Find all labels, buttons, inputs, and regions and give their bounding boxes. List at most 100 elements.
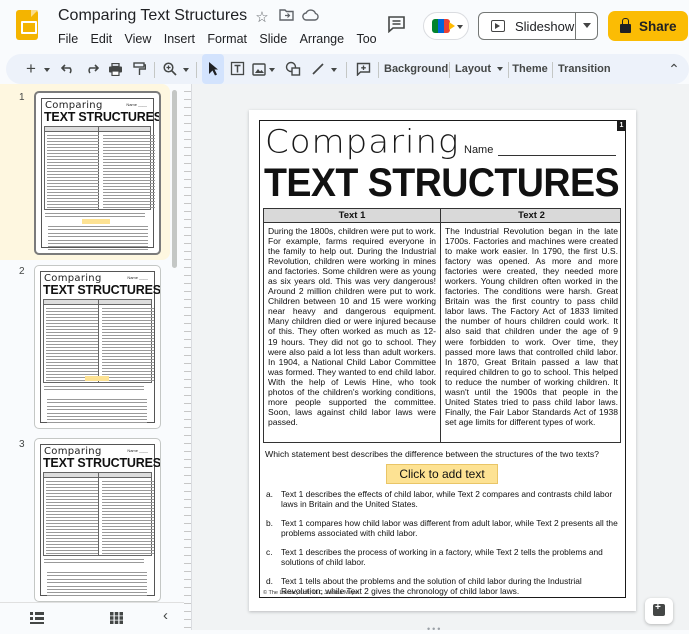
text1-header: Text 1 xyxy=(338,210,366,221)
shape-icon[interactable] xyxy=(283,54,303,84)
add-comment-icon[interactable] xyxy=(352,54,374,84)
column-divider xyxy=(440,209,442,442)
menu-view[interactable]: View xyxy=(124,32,151,46)
menu-slide[interactable]: Slide xyxy=(259,32,287,46)
text-placeholder[interactable]: Click to add text xyxy=(386,464,498,484)
collapse-filmstrip-icon[interactable]: ‹ xyxy=(163,607,168,624)
copyright-text: © The Literacy Loft, LLC Jessica Meyer xyxy=(263,590,360,596)
slide-thumbnail-2[interactable]: Comparing Name ____ TEXT STRUCTURES xyxy=(34,265,161,429)
toolbar-divider xyxy=(449,62,450,78)
text2-passage: The Industrial Revolution began in the l… xyxy=(445,226,618,427)
explore-icon xyxy=(653,602,665,616)
thumb-placeholder xyxy=(82,219,110,224)
slideshow-divider xyxy=(575,13,576,39)
thumb-heading: TEXT STRUCTURES xyxy=(43,283,161,297)
print-icon[interactable] xyxy=(106,54,124,84)
slide-thumbnail-1[interactable]: Comparing Name ____ TEXT STRUCTURES xyxy=(34,91,161,255)
transition-button[interactable]: Transition xyxy=(558,54,611,84)
worksheet-border: 1 Comparing Name TEXT STRUCTURES Text 1 … xyxy=(259,120,626,598)
name-line xyxy=(498,155,616,156)
comments-icon[interactable] xyxy=(387,15,406,38)
layout-dropdown-icon xyxy=(497,67,504,72)
toolbar-divider xyxy=(552,62,553,78)
meet-icon xyxy=(432,19,455,33)
explore-button[interactable] xyxy=(645,598,673,624)
filmstrip-scrollbar[interactable] xyxy=(172,90,177,268)
heading-bold[interactable]: TEXT STRUCTURES xyxy=(264,161,620,206)
chevron-down-icon xyxy=(457,25,463,29)
slide-number: 2 xyxy=(19,266,25,277)
share-button[interactable]: Share xyxy=(608,11,688,41)
name-label: Name xyxy=(464,144,494,156)
image-dropdown[interactable] xyxy=(267,54,277,84)
heading-script[interactable]: Comparing xyxy=(265,123,459,161)
toolbar-divider xyxy=(378,62,379,78)
filmstrip-footer: ‹ xyxy=(0,602,184,630)
slides-logo-fold xyxy=(31,10,38,17)
cloud-saved-icon[interactable] xyxy=(301,8,319,25)
star-icon[interactable]: ☆ xyxy=(253,8,271,26)
menu-arrange[interactable]: Arrange xyxy=(300,32,344,46)
toolbar: + Background Layout Theme Transition ⌃ xyxy=(0,54,689,84)
slide-number: 3 xyxy=(19,439,25,450)
menu-file[interactable]: File xyxy=(58,32,78,46)
zoom-dropdown[interactable] xyxy=(180,54,192,84)
line-dropdown[interactable] xyxy=(328,54,340,84)
toolbar-divider xyxy=(346,62,347,78)
slideshow-label: Slideshow xyxy=(515,18,575,34)
text2-header: Text 2 xyxy=(518,210,545,221)
share-label: Share xyxy=(639,18,677,34)
toolbar-divider xyxy=(508,62,509,78)
vertical-ruler xyxy=(184,84,192,630)
document-title[interactable]: Comparing Text Structures xyxy=(58,7,247,25)
filmstrip: 1 Comparing Name ____ TEXT STRUCTURES 2 … xyxy=(0,84,178,602)
thumb-table xyxy=(43,472,154,556)
filmstrip-view-icon[interactable] xyxy=(30,611,44,629)
slideshow-icon xyxy=(491,20,505,32)
image-icon[interactable] xyxy=(250,54,268,84)
menu-insert[interactable]: Insert xyxy=(164,32,195,46)
slide-number: 1 xyxy=(19,92,25,103)
thumb-name-line: Name ____ xyxy=(127,275,148,280)
theme-button[interactable]: Theme xyxy=(512,54,548,84)
slide-thumbnail-3[interactable]: Comparing Name ____ TEXT STRUCTURES xyxy=(34,438,161,602)
menu-format[interactable]: Format xyxy=(207,32,247,46)
text1-passage: During the 1800s, children were put to w… xyxy=(268,226,436,427)
text-box-icon[interactable] xyxy=(227,54,247,84)
text-table[interactable]: Text 1 Text 2 During the 1800s, children… xyxy=(263,208,621,443)
menu-edit[interactable]: Edit xyxy=(91,32,113,46)
toolbar-divider xyxy=(196,62,197,78)
meet-button[interactable] xyxy=(423,12,469,40)
background-button[interactable]: Background xyxy=(384,54,448,84)
lock-icon xyxy=(620,17,631,33)
paint-format-icon[interactable] xyxy=(130,54,148,84)
speaker-notes-handle[interactable]: ••• xyxy=(427,624,442,634)
move-to-folder-icon[interactable] xyxy=(277,8,295,25)
collapse-toolbar-icon[interactable]: ⌃ xyxy=(664,54,684,84)
undo-icon[interactable] xyxy=(59,54,77,84)
slide[interactable]: 1 Comparing Name TEXT STRUCTURES Text 1 … xyxy=(249,110,636,611)
slideshow-button[interactable]: Slideshow xyxy=(478,12,598,40)
zoom-icon[interactable] xyxy=(160,54,180,84)
thumb-question xyxy=(44,559,144,564)
new-slide-icon[interactable]: + xyxy=(20,54,42,84)
grid-view-icon[interactable] xyxy=(110,611,123,629)
slideshow-dropdown-icon[interactable] xyxy=(583,23,591,28)
layout-label: Layout xyxy=(455,63,492,75)
menu-bar: File Edit View Insert Format Slide Arran… xyxy=(58,32,389,46)
thumb-question xyxy=(44,386,144,391)
new-slide-dropdown[interactable] xyxy=(41,54,53,84)
thumb-question xyxy=(45,213,145,218)
thumb-heading: TEXT STRUCTURES xyxy=(44,110,161,124)
thumb-table xyxy=(43,299,154,383)
thumb-name-line: Name ____ xyxy=(126,102,147,107)
menu-tools[interactable]: Too xyxy=(356,32,376,46)
thumb-name-line: Name ____ xyxy=(127,448,148,453)
redo-icon[interactable] xyxy=(83,54,101,84)
toolbar-divider xyxy=(154,62,155,78)
line-icon[interactable] xyxy=(308,54,328,84)
thumb-table xyxy=(44,126,155,210)
title-bar: Comparing Text Structures ☆ File Edit Vi… xyxy=(0,0,689,52)
select-cursor-icon[interactable] xyxy=(202,54,224,84)
layout-button[interactable]: Layout xyxy=(455,54,505,84)
